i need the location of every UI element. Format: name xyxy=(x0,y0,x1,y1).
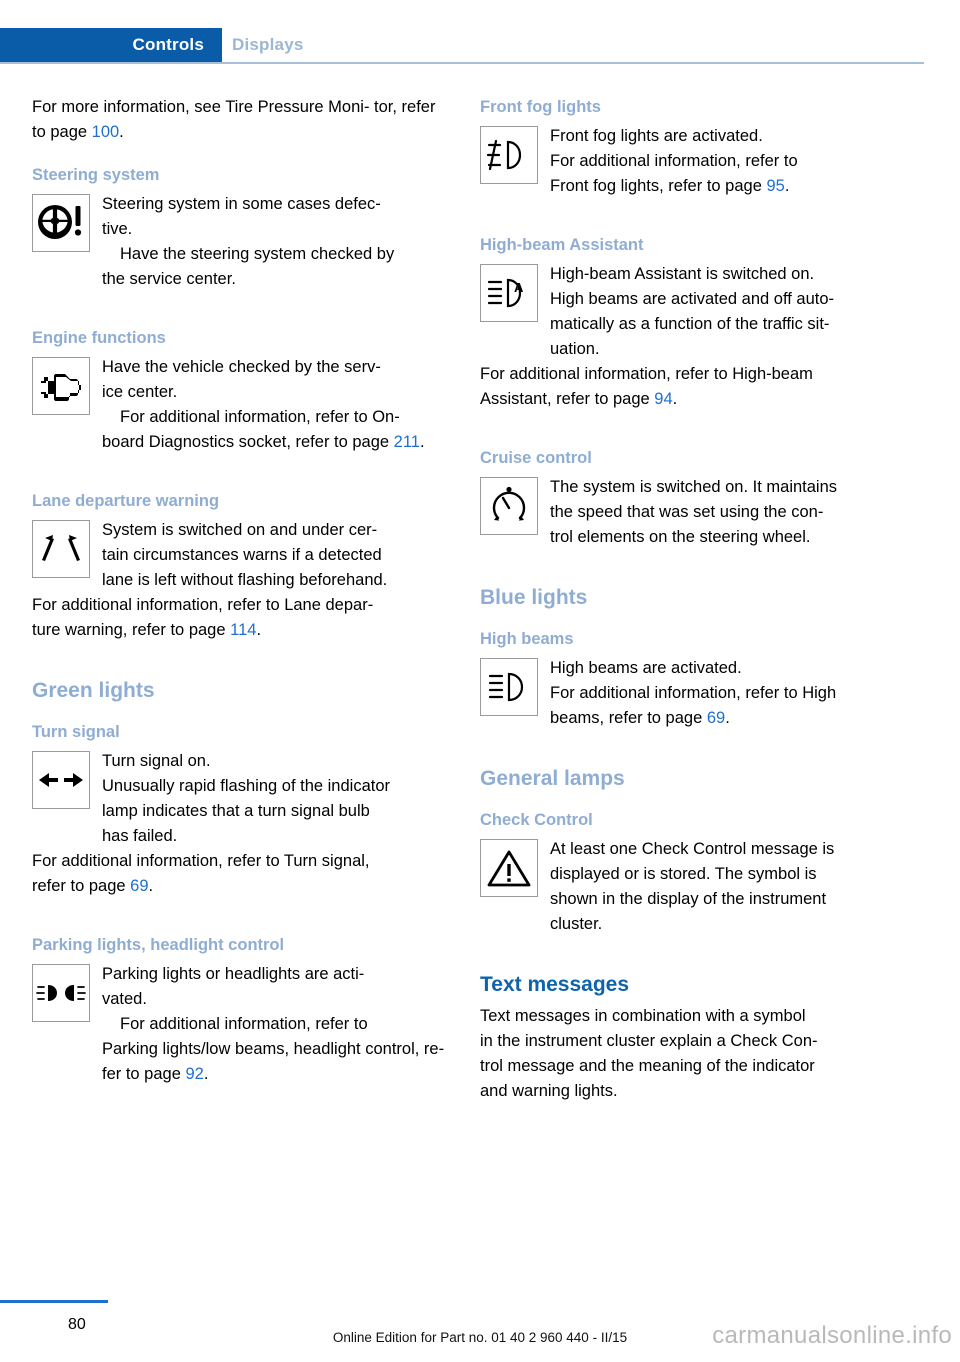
front-fog-light-icon xyxy=(480,126,538,184)
entry-turn-signal: Turn signal on. Unusually rapid flashing… xyxy=(32,749,452,899)
footer-rule xyxy=(0,1300,108,1303)
intro-page-link[interactable]: 100 xyxy=(92,123,120,141)
entry-cruise-control: The system is switched on. It maintains … xyxy=(480,475,900,550)
front-fog-text-after: . xyxy=(784,177,790,195)
turn-signal-body-2: Unusually rapid flashing of the indicato… xyxy=(102,777,391,845)
turn-signal-text-before: For additional information, refer to Tur… xyxy=(32,852,370,895)
heading-green-lights: Green lights xyxy=(32,679,155,702)
engine-check-icon xyxy=(32,357,90,415)
entry-engine-functions: Have the vehicle checked by the serv- ic… xyxy=(32,355,452,455)
entry-high-beams: High beams are activated. For additional… xyxy=(480,656,900,731)
heading-parking-lights: Parking lights, headlight control xyxy=(32,936,285,954)
tab-bar: Controls Displays xyxy=(0,28,960,64)
turn-signal-text-after: . xyxy=(148,877,154,895)
high-beams-page-link[interactable]: 69 xyxy=(707,709,725,727)
heading-lane-departure-warning: Lane departure warning xyxy=(32,492,220,510)
intro-text-after: . xyxy=(119,123,124,141)
left-column: For more information, see Tire Pressure … xyxy=(32,95,452,1087)
high-beams-text-before: For additional information, refer to Hig… xyxy=(550,684,837,727)
tab-displays-label: Displays xyxy=(232,35,304,54)
high-beam-assistant-body-1: High-beam Assistant is switched on. xyxy=(550,265,815,283)
lane-departure-icon xyxy=(32,520,90,578)
heading-general-lamps: General lamps xyxy=(480,767,625,790)
site-watermark: carmanualsonline.info xyxy=(712,1322,952,1349)
heading-check-control: Check Control xyxy=(480,811,593,829)
heading-text-messages: Text messages xyxy=(480,973,630,996)
check-control-body-1: At least one Check Control message is di… xyxy=(550,840,835,933)
entry-front-fog-lights: Front fog lights are activated. For addi… xyxy=(480,124,900,199)
engine-functions-body-1: Have the vehicle checked by the serv- ic… xyxy=(102,358,381,401)
cruise-control-gauge-icon xyxy=(480,477,538,535)
high-beam-assistant-body-2: High beams are activated and off auto- m… xyxy=(550,290,835,358)
lane-departure-body-2: For additional information, refer to Lan… xyxy=(32,593,452,643)
front-fog-page-link[interactable]: 95 xyxy=(766,177,784,195)
intro-paragraph: For more information, see Tire Pressure … xyxy=(32,95,452,145)
high-beam-assistant-text-after: . xyxy=(672,390,678,408)
high-beams-body-1: High beams are activated. xyxy=(550,659,742,677)
tab-bar-rule xyxy=(0,62,924,64)
lane-departure-page-link[interactable]: 114 xyxy=(230,621,256,639)
tab-controls-label: Controls xyxy=(132,35,204,54)
turn-signal-body-1: Turn signal on. xyxy=(102,752,211,770)
entry-lane-departure-warning: System is switched on and under cer- tai… xyxy=(32,518,452,643)
parking-lights-body-1: Parking lights or headlights are acti- v… xyxy=(102,965,365,1008)
heading-steering-system: Steering system xyxy=(32,166,160,184)
front-fog-body-1: Front fog lights are activated. xyxy=(550,127,763,145)
svg-text:A: A xyxy=(514,280,524,295)
cruise-control-body-1: The system is switched on. It maintains … xyxy=(550,478,838,546)
parking-lights-text-before: For additional information, refer to Par… xyxy=(102,1015,445,1083)
high-beam-assistant-page-link[interactable]: 94 xyxy=(654,390,672,408)
manual-page: Controls Displays For more information, … xyxy=(0,0,960,1362)
warning-triangle-icon xyxy=(480,839,538,897)
engine-functions-page-link[interactable]: 211 xyxy=(394,433,420,451)
high-beams-text-after: . xyxy=(725,709,730,727)
engine-functions-text-before: For additional information, refer to On-… xyxy=(102,408,400,451)
front-fog-text-before: For additional information, refer to Fro… xyxy=(550,152,798,195)
front-fog-body-2: For additional information, refer to Fro… xyxy=(550,149,900,199)
turn-signal-arrows-icon xyxy=(32,751,90,809)
heading-turn-signal: Turn signal xyxy=(32,723,120,741)
parking-lights-text-after: . xyxy=(203,1065,209,1083)
engine-functions-body-2: For additional information, refer to On-… xyxy=(102,405,452,455)
engine-functions-text-after: . xyxy=(419,433,425,451)
high-beam-icon xyxy=(480,658,538,716)
turn-signal-page-link[interactable]: 69 xyxy=(130,877,148,895)
parking-lights-body-2: For additional information, refer to Par… xyxy=(102,1012,452,1087)
high-beam-assistant-text-before: For additional information, refer to Hig… xyxy=(480,365,813,408)
steering-system-body-1: Steering system in some cases defec- tiv… xyxy=(102,195,381,238)
lane-departure-body-1: System is switched on and under cer- tai… xyxy=(102,521,388,589)
heading-blue-lights: Blue lights xyxy=(480,586,588,609)
lane-departure-text-before: For additional information, refer to Lan… xyxy=(32,596,374,639)
high-beam-assistant-icon: A xyxy=(480,264,538,322)
text-messages-body: Text messages in combination with a symb… xyxy=(480,1007,818,1100)
entry-high-beam-assistant: A High-beam Assistant is switched on. Hi… xyxy=(480,262,900,412)
tab-controls[interactable]: Controls xyxy=(0,28,222,62)
steering-system-body-2: Have the steering system checked by the … xyxy=(102,245,395,288)
high-beams-body-2: For additional information, refer to Hig… xyxy=(550,681,900,731)
steering-wheel-warning-icon xyxy=(32,194,90,252)
right-column: Front fog lights Front fog lights are ac… xyxy=(480,95,900,1104)
heading-high-beam-assistant: High-beam Assistant xyxy=(480,236,644,254)
lane-departure-text-after: . xyxy=(256,621,262,639)
parking-lights-icon xyxy=(32,964,90,1022)
heading-high-beams: High beams xyxy=(480,630,574,648)
entry-steering-system: Steering system in some cases defec- tiv… xyxy=(32,192,452,292)
turn-signal-body-3: For additional information, refer to Tur… xyxy=(32,849,452,899)
tab-displays[interactable]: Displays xyxy=(232,28,304,62)
heading-front-fog-lights: Front fog lights xyxy=(480,98,601,116)
heading-engine-functions: Engine functions xyxy=(32,329,166,347)
high-beam-assistant-body-3: For additional information, refer to Hig… xyxy=(480,362,900,412)
entry-check-control: At least one Check Control message is di… xyxy=(480,837,900,937)
heading-cruise-control: Cruise control xyxy=(480,449,592,467)
entry-parking-lights: Parking lights or headlights are acti- v… xyxy=(32,962,452,1087)
parking-lights-page-link[interactable]: 92 xyxy=(185,1065,203,1083)
